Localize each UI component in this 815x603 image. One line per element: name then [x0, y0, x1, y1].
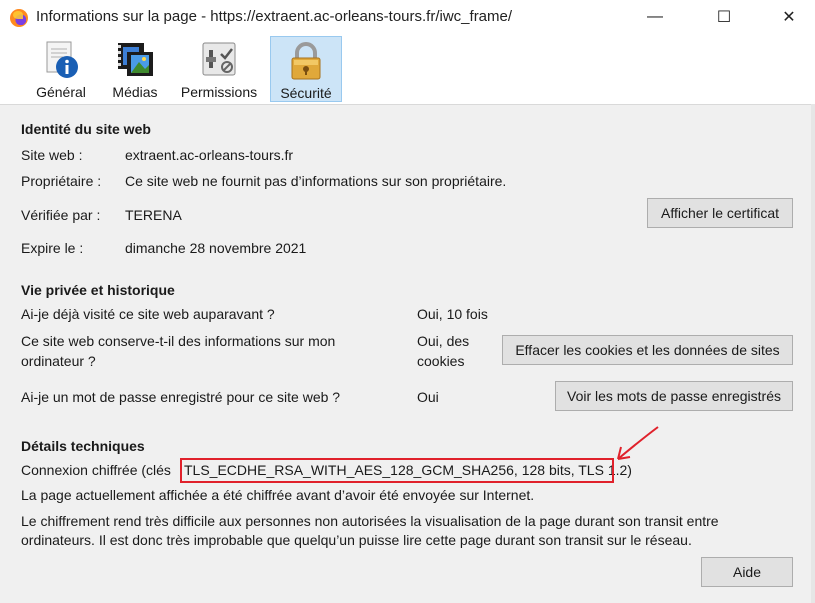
- media-icon: [115, 40, 155, 80]
- security-panel: Identité du site web Site web : extraent…: [0, 104, 811, 603]
- view-certificate-button[interactable]: Afficher le certificat: [647, 198, 793, 228]
- window-title: Informations sur la page - https://extra…: [36, 8, 513, 25]
- owner-value: Ce site web ne fournit pas d’information…: [125, 173, 507, 189]
- tab-toolbar: Général Médias Permissions Sécurité: [0, 34, 815, 104]
- cookies-answer-line1: Oui, des: [417, 333, 470, 349]
- tab-medias[interactable]: Médias: [104, 36, 166, 102]
- view-passwords-button[interactable]: Voir les mots de passe enregistrés: [555, 381, 793, 411]
- site-value: extraent.ac-orleans-tours.fr: [125, 147, 294, 163]
- tab-securite[interactable]: Sécurité: [270, 36, 342, 102]
- annotation-arrow-icon: [617, 426, 659, 460]
- visited-answer: Oui, 10 fois: [417, 306, 488, 322]
- password-question: Ai-je un mot de passe enregistré pour ce…: [21, 389, 341, 405]
- tab-permissions-label: Permissions: [180, 84, 258, 100]
- tab-securite-label: Sécurité: [280, 85, 332, 101]
- firefox-icon: [10, 9, 28, 27]
- tab-general-label: Général: [36, 84, 86, 100]
- permissions-icon: [199, 40, 239, 80]
- lock-icon: [286, 41, 326, 81]
- encryption-explanation-line1: Le chiffrement rend très difficile aux p…: [21, 513, 719, 529]
- tab-medias-label: Médias: [112, 84, 158, 100]
- verified-label: Vérifiée par :: [21, 207, 101, 223]
- info-icon: [41, 40, 81, 80]
- connection-prefix: Connexion chiffrée (clés: [21, 462, 171, 478]
- help-button[interactable]: Aide: [701, 557, 793, 587]
- minimize-button[interactable]: —: [632, 0, 678, 34]
- verified-value: TERENA: [125, 207, 182, 223]
- clear-cookies-button[interactable]: Effacer les cookies et les données de si…: [502, 335, 793, 365]
- expires-label: Expire le :: [21, 240, 84, 256]
- visited-question: Ai-je déjà visité ce site web auparavant…: [21, 306, 275, 322]
- owner-label: Propriétaire :: [21, 173, 102, 189]
- tab-permissions[interactable]: Permissions: [176, 36, 262, 102]
- scrollbar[interactable]: [811, 104, 815, 603]
- cookies-question-line1: Ce site web conserve-t-il des informatio…: [21, 333, 336, 349]
- maximize-button[interactable]: ☐: [701, 0, 747, 34]
- technical-heading: Détails techniques: [21, 438, 145, 454]
- privacy-heading: Vie privée et historique: [21, 282, 175, 298]
- cookies-answer-line2: cookies: [417, 353, 465, 369]
- expires-value: dimanche 28 novembre 2021: [125, 240, 307, 256]
- close-button[interactable]: ✕: [766, 0, 812, 34]
- identity-heading: Identité du site web: [21, 121, 151, 137]
- annotation-highlight-box: [180, 458, 614, 483]
- encryption-note: La page actuellement affichée a été chif…: [21, 487, 535, 503]
- encryption-explanation-line2: ordinateurs. Il est donc très improbable…: [21, 532, 692, 548]
- site-label: Site web :: [21, 147, 83, 163]
- title-bar: Informations sur la page - https://extra…: [0, 0, 815, 34]
- password-answer: Oui: [417, 389, 439, 405]
- cookies-question-line2: ordinateur ?: [21, 353, 96, 369]
- tab-general[interactable]: Général: [30, 36, 92, 102]
